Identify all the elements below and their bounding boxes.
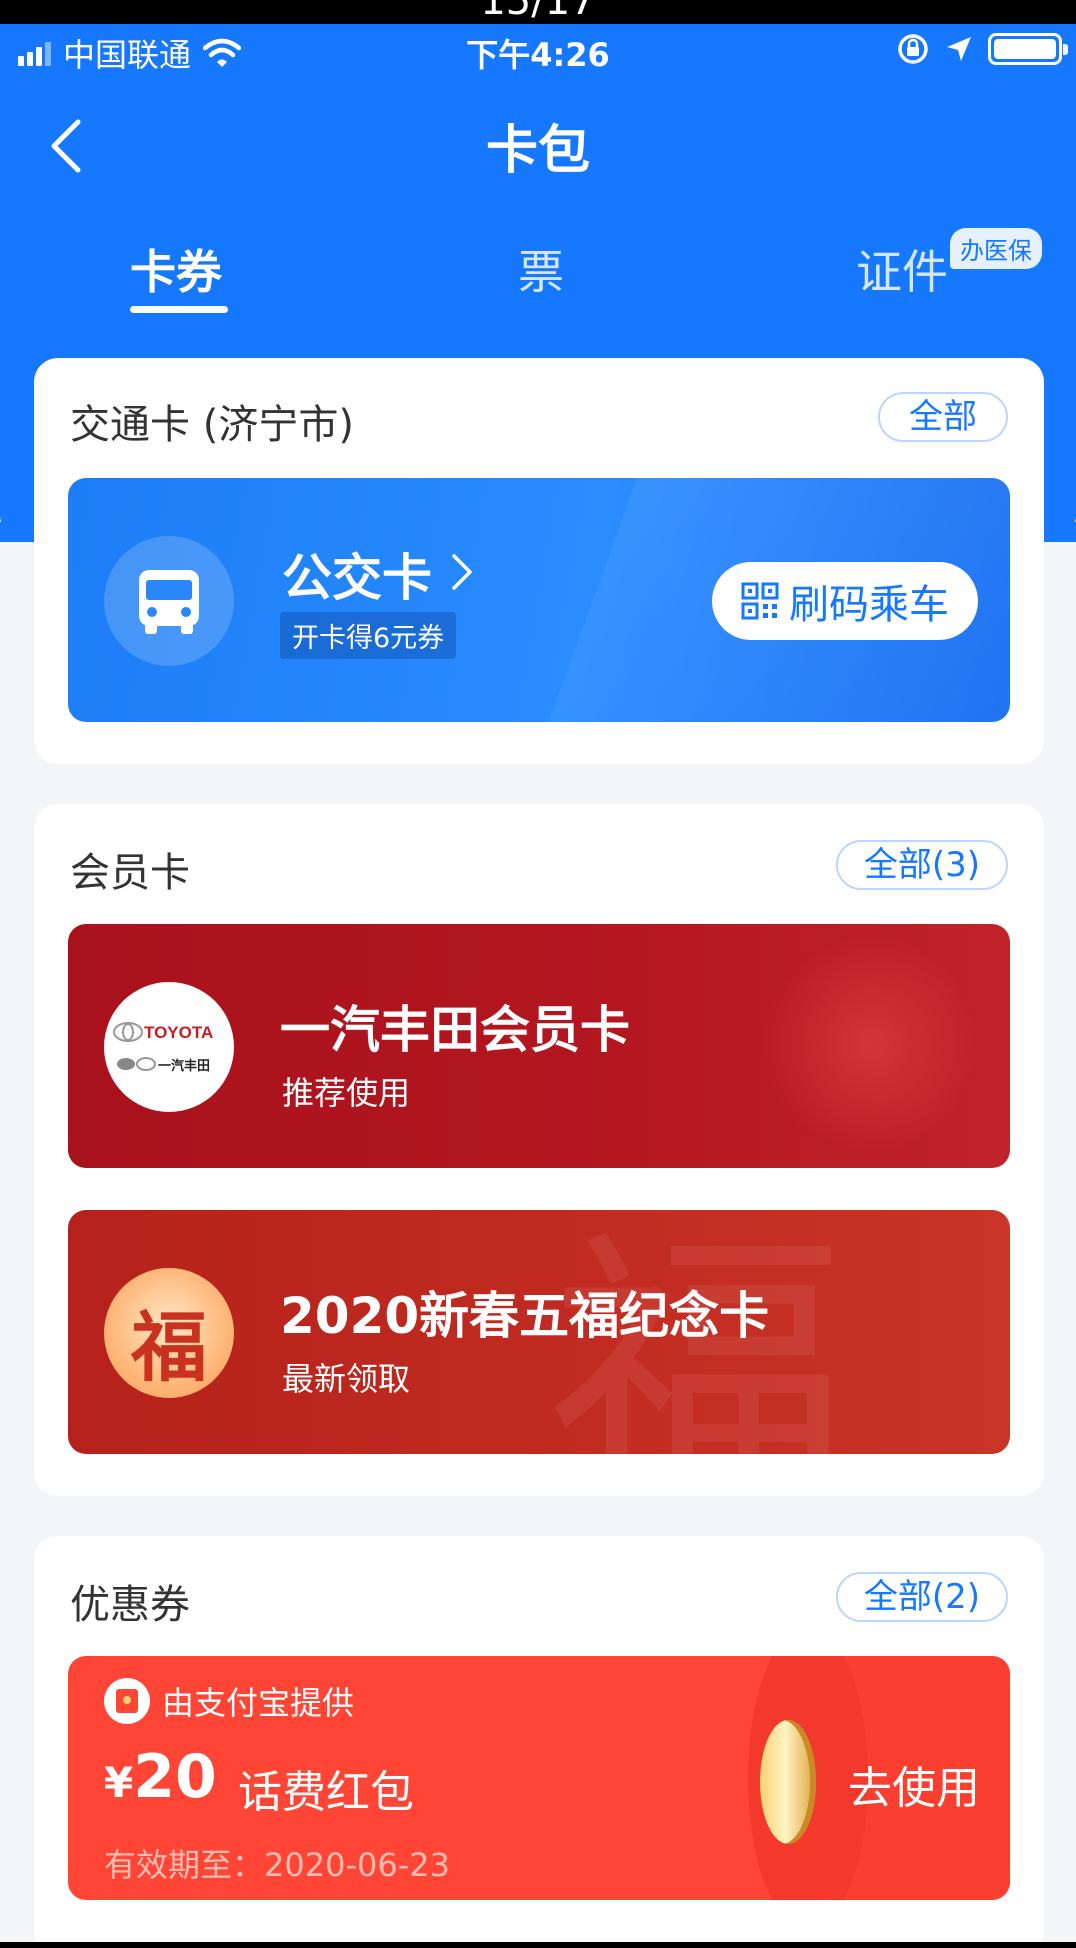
membership-section-title: 会员卡: [70, 850, 190, 896]
membership-card-section: 会员卡 全部(3) TOYOTA 一汽丰田 一汽丰田会员卡 推荐使用 福 福 2…: [34, 804, 1044, 1496]
coupon-section: 优惠券 全部(2) 由支付宝提供 ¥20 话费红包 有效期至：2020-06-2…: [34, 1536, 1044, 1948]
coupon-provider: 由支付宝提供: [104, 1678, 354, 1724]
faw-toyota-logo-text: 一汽丰田: [158, 1058, 210, 1074]
bus-card[interactable]: 公交卡 开卡得6元券 刷码乘车: [68, 478, 1010, 722]
bus-card-title: 公交卡: [282, 549, 432, 607]
coupon-all-button[interactable]: 全部(2): [836, 1572, 1008, 1622]
fu-card-subtitle: 最新领取: [282, 1360, 411, 1398]
fu-commemorative-card[interactable]: 福 福 2020新春五福纪念卡 最新领取: [68, 1210, 1010, 1454]
use-coupon-button[interactable]: 去使用: [848, 1752, 980, 1816]
bus-card-promo: 开卡得6元券: [280, 612, 457, 659]
location-arrow-icon: [947, 37, 971, 61]
tab-cards-coupons[interactable]: 卡券: [130, 236, 222, 302]
toyota-logo-text: TOYOTA: [144, 1023, 213, 1042]
page-title: 卡包: [485, 121, 590, 181]
membership-all-button[interactable]: 全部(3): [836, 840, 1008, 890]
toyota-logo: TOYOTA 一汽丰田: [104, 982, 234, 1112]
scan-to-ride-label: 刷码乘车: [789, 582, 949, 628]
coupon-currency: ¥: [104, 1758, 134, 1807]
coupon-expiry: 有效期至：2020-06-23: [104, 1846, 450, 1884]
gold-coin-icon: [760, 1720, 816, 1844]
transit-card-section: 交通卡 (济宁市) 全部 公交卡 开卡得6元券 刷码乘车: [34, 358, 1044, 764]
toyota-card-subtitle: 推荐使用: [282, 1074, 411, 1112]
phone-credit-coupon[interactable]: 由支付宝提供 ¥20 话费红包 有效期至：2020-06-23 去使用: [68, 1656, 1010, 1900]
coupon-provider-text: 由支付宝提供: [162, 1684, 355, 1722]
tab-tickets[interactable]: 票: [518, 236, 564, 302]
nav-bar: 卡包: [0, 100, 1076, 190]
coupon-amount-value: 20: [133, 1742, 217, 1812]
red-envelope-icon: [104, 1678, 150, 1724]
bus-icon: [139, 570, 199, 634]
toyota-member-card[interactable]: TOYOTA 一汽丰田 一汽丰田会员卡 推荐使用: [68, 924, 1010, 1168]
coupon-name: 话费红包: [238, 1767, 414, 1818]
fu-logo: 福: [104, 1268, 234, 1398]
qr-code-icon: [741, 582, 779, 620]
rotation-lock-icon: [898, 34, 928, 64]
transit-all-button[interactable]: 全部: [878, 392, 1008, 442]
tab-bar: 卡券 票 证件 办医保: [0, 228, 1076, 318]
bus-icon-background: [104, 536, 234, 666]
transit-section-title: 交通卡 (济宁市): [70, 402, 354, 448]
active-tab-indicator: [130, 306, 228, 313]
status-bar: 中国联通 下午4:26: [0, 24, 1076, 80]
chevron-right-icon: [452, 554, 472, 590]
battery-icon: [988, 33, 1068, 65]
fu-logo-character: 福: [131, 1303, 207, 1392]
tab-documents[interactable]: 证件: [856, 236, 948, 302]
medical-insurance-badge: 办医保: [950, 228, 1042, 269]
toyota-card-title: 一汽丰田会员卡: [280, 1001, 630, 1059]
fu-card-title: 2020新春五福纪念卡: [280, 1287, 770, 1345]
top-strip: 15/17: [0, 0, 1076, 24]
scan-to-ride-button[interactable]: 刷码乘车: [712, 562, 978, 640]
coupon-amount: ¥20: [104, 1742, 217, 1812]
bottom-strip: [0, 1942, 1076, 1948]
page-counter: 15/17: [480, 0, 596, 24]
coupon-section-title: 优惠券: [70, 1582, 190, 1628]
